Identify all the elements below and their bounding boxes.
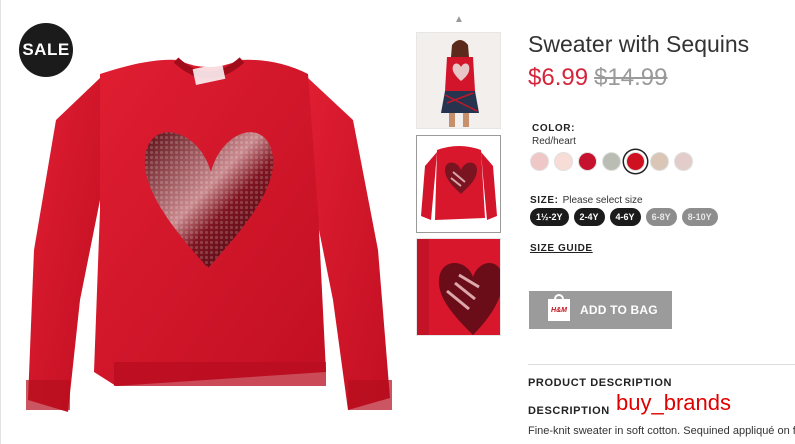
- size-option[interactable]: 2-4Y: [573, 208, 605, 226]
- page-edge-rule: [0, 0, 1, 444]
- color-swatch-red[interactable]: [578, 152, 597, 171]
- color-swatch-red-heart[interactable]: [626, 152, 645, 171]
- product-info-panel: Sweater with Sequins $6.99 $14.99 COLOR: …: [528, 0, 795, 444]
- size-label-row: SIZE: Please select size: [530, 190, 643, 208]
- add-to-bag-label: ADD TO BAG: [580, 303, 658, 317]
- description-text: Fine-knit sweater in soft cotton. Sequin…: [528, 425, 795, 437]
- size-option[interactable]: 6-8Y: [645, 208, 677, 226]
- color-swatches: [530, 152, 693, 171]
- color-swatch-beige[interactable]: [650, 152, 669, 171]
- thumbnail-detail[interactable]: [416, 238, 501, 336]
- thumbnail-front[interactable]: [416, 135, 501, 233]
- sale-price: $6.99: [528, 64, 589, 91]
- color-label: COLOR:: [532, 123, 576, 134]
- size-options: 1½-2Y 2-4Y 4-6Y 6-8Y 8-10Y: [530, 208, 718, 226]
- bag-logo: H&M: [551, 306, 567, 314]
- color-swatch-pale-peach[interactable]: [554, 152, 573, 171]
- selected-color-name: Red/heart: [532, 136, 576, 147]
- sweater-front-photo: [417, 136, 500, 232]
- model-photo: [417, 33, 500, 128]
- size-hint: Please select size: [562, 195, 643, 206]
- price-row: $6.99 $14.99: [528, 64, 667, 92]
- original-price: $14.99: [594, 64, 668, 91]
- color-swatch-grey-green[interactable]: [602, 152, 621, 171]
- sweater-illustration: [26, 57, 392, 412]
- shopping-bag-icon: H&M: [548, 294, 570, 321]
- thumbnail-strip: ▲: [415, 14, 501, 344]
- product-title: Sweater with Sequins: [528, 31, 750, 57]
- color-swatch-blush[interactable]: [674, 152, 693, 171]
- description-heading: DESCRIPTION: [528, 405, 610, 417]
- section-divider: [528, 364, 795, 365]
- thumbnail-model[interactable]: [416, 32, 501, 129]
- add-to-bag-button[interactable]: H&M ADD TO BAG: [529, 291, 672, 329]
- size-option[interactable]: 4-6Y: [609, 208, 641, 226]
- size-option[interactable]: 8-10Y: [681, 208, 718, 226]
- size-label: SIZE:: [530, 195, 559, 206]
- size-option[interactable]: 1½-2Y: [530, 208, 569, 226]
- sale-badge: SALE: [19, 23, 73, 77]
- main-product-image[interactable]: SALE: [8, 0, 406, 444]
- size-guide-link[interactable]: SIZE GUIDE: [530, 243, 593, 254]
- color-swatch-light-pink[interactable]: [530, 152, 549, 171]
- product-description-heading[interactable]: PRODUCT DESCRIPTION: [528, 377, 672, 389]
- watermark-text: buy_brands: [616, 390, 731, 415]
- sweater-detail-photo: [417, 239, 500, 335]
- chevron-up-icon[interactable]: ▲: [453, 14, 465, 26]
